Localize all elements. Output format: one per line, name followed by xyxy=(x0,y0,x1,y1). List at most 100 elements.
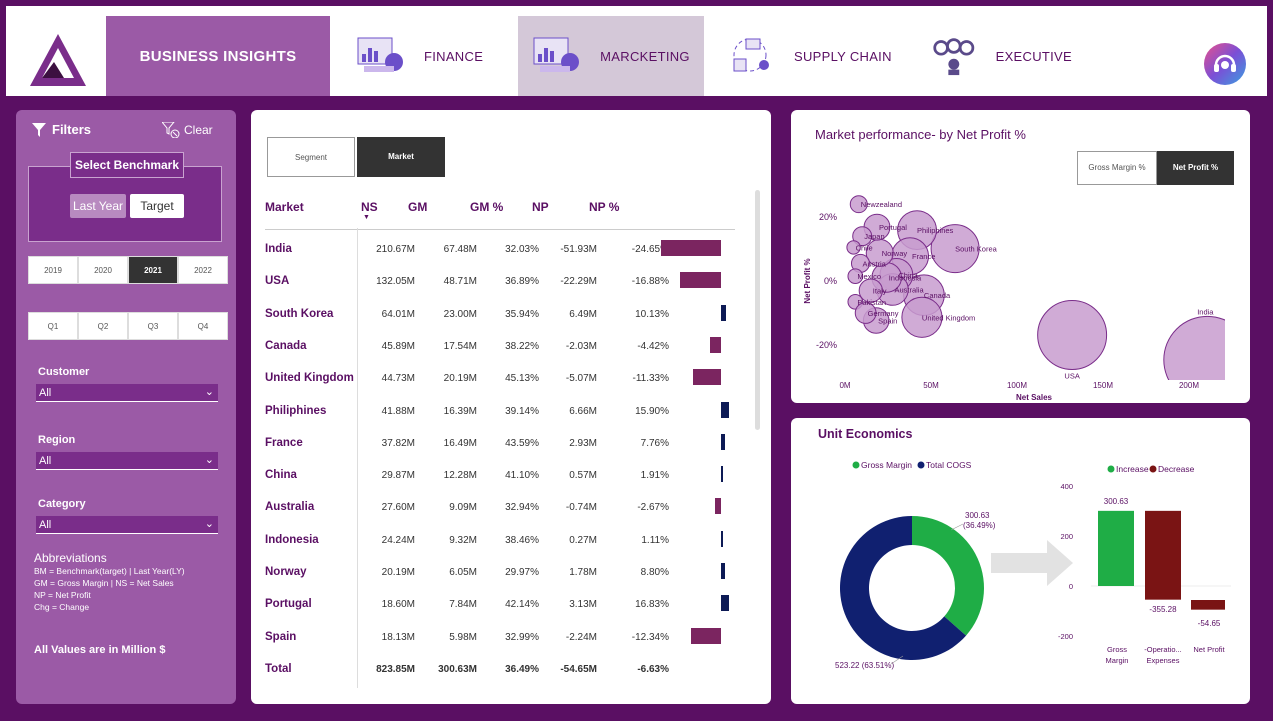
tab-marketing[interactable]: MARCKETING xyxy=(518,16,704,96)
cell-ns: 210.67M xyxy=(376,244,415,255)
table-row[interactable]: India 210.67M 67.48M 32.03% -51.93M -24.65% xyxy=(265,235,725,267)
scatter-point[interactable] xyxy=(1163,315,1250,403)
cell-npp: 10.13% xyxy=(635,308,669,320)
year-2022-button[interactable]: 2022 xyxy=(178,256,228,284)
scatter-point-label: United Kingdom xyxy=(922,313,975,322)
market-name: Philiphines xyxy=(265,404,327,417)
x-tick-label: 50M xyxy=(923,381,939,390)
header-np-pct[interactable]: NP % xyxy=(589,200,619,214)
legend-decrease: Decrease xyxy=(1158,464,1195,474)
brand-logo xyxy=(30,34,86,86)
cell-npp: 1.91% xyxy=(640,470,669,482)
market-name: Australia xyxy=(265,501,315,514)
table-row[interactable]: Norway 20.19M 6.05M 29.97% 1.78M 8.80% xyxy=(265,558,726,590)
table-row[interactable]: United Kingdom 44.73M 20.19M 45.13% -5.07M -1… xyxy=(265,364,725,396)
np-pct-bar xyxy=(721,401,729,418)
last-year-button[interactable]: Last Year xyxy=(70,194,126,218)
table-row[interactable]: Spain 18.13M 5.98M 32.99% -2.24M -12.34% xyxy=(265,623,725,655)
cell-np: 6.49M xyxy=(569,308,597,320)
customer-label: Customer xyxy=(38,366,90,378)
waterfall-cat-opex-line2: Expenses xyxy=(1147,656,1180,665)
market-toggle-button[interactable]: Market xyxy=(357,137,445,177)
quarter-q3-button[interactable]: Q3 xyxy=(128,312,178,340)
tab-supply-chain[interactable]: SUPPLY CHAIN xyxy=(730,16,900,96)
region-dropdown[interactable]: All ⌄ xyxy=(36,452,218,470)
cell-npp: 16.83% xyxy=(635,599,669,611)
scatter-point-label: Japan xyxy=(864,232,884,241)
leader-line xyxy=(950,523,964,531)
cell-npp: 15.90% xyxy=(635,405,669,417)
tab-finance[interactable]: FINANCE xyxy=(356,16,516,96)
table-row[interactable]: South Korea 64.01M 23.00M 35.94% 6.49M 10.13% xyxy=(265,300,727,332)
table-row[interactable]: Canada 45.89M 17.54M 38.22% -2.03M -4.42% xyxy=(265,332,725,364)
tab-executive[interactable]: EXECUTIVE xyxy=(932,16,1072,96)
table-scrollbar[interactable] xyxy=(755,190,760,430)
cell-ns: 41.88M xyxy=(381,405,415,417)
quarter-q2-button[interactable]: Q2 xyxy=(78,312,128,340)
customer-dropdown[interactable]: All ⌄ xyxy=(36,384,218,402)
legend-gross-margin: Gross Margin xyxy=(861,460,912,470)
table-total-row[interactable]: Total 823.85M 300.63M 36.49% -54.65M -6.63% xyxy=(265,655,725,687)
legend-increase: Increase xyxy=(1116,464,1149,474)
category-dropdown[interactable]: All ⌄ xyxy=(36,516,218,534)
tab-executive-label: EXECUTIVE xyxy=(995,48,1072,64)
table-row[interactable]: Philiphines 41.88M 16.39M 39.14% 6.66M 15.90% xyxy=(265,397,729,429)
waterfall-y-tick: 0 xyxy=(1069,582,1073,591)
x-axis-label: Net Sales xyxy=(1016,393,1053,402)
scatter-point-label: India xyxy=(1197,307,1214,316)
header-ns[interactable]: NS xyxy=(361,200,378,214)
cell-gm: 20.19M xyxy=(443,373,477,385)
table-row[interactable]: France 37.82M 16.49M 43.59% 2.93M 7.76% xyxy=(265,429,725,461)
header-gm-pct[interactable]: GM % xyxy=(470,200,503,214)
year-2019-button[interactable]: 2019 xyxy=(28,256,78,284)
filter-icon xyxy=(32,122,46,137)
cell-gmp: 45.13% xyxy=(505,373,539,385)
year-2021-button[interactable]: 2021 xyxy=(128,256,178,284)
np-pct-bar xyxy=(710,336,721,353)
x-tick-label: 100M xyxy=(1007,381,1027,390)
tab-business-insights[interactable]: BUSINESS INSIGHTS xyxy=(106,16,330,96)
market-name: France xyxy=(265,436,303,449)
np-pct-bar xyxy=(679,272,721,289)
abbr-line: BM = Benchmark(target) | Last Year(LY) xyxy=(34,566,185,576)
abbr-line: GM = Gross Margin | NS = Net Sales xyxy=(34,578,174,588)
quarter-q4-button[interactable]: Q4 xyxy=(178,312,228,340)
target-button[interactable]: Target xyxy=(130,194,184,218)
scatter-point[interactable] xyxy=(1037,300,1108,370)
waterfall-value-np: -54.65 xyxy=(1198,619,1221,628)
waterfall-cat-opex-line1: -Operatio... xyxy=(1144,645,1182,654)
table-row[interactable]: USA 132.05M 48.71M 36.89% -22.29M -16.88% xyxy=(265,267,725,299)
header-gm[interactable]: GM xyxy=(408,200,427,214)
donut-gm-value: 300.63 xyxy=(965,511,990,520)
scatter-point-label: Australia xyxy=(894,286,924,295)
year-2020-button[interactable]: 2020 xyxy=(78,256,128,284)
market-name: India xyxy=(265,243,292,255)
cell-np: 3.13M xyxy=(569,599,597,611)
waterfall-value-gm: 300.63 xyxy=(1104,497,1129,506)
waterfall-bar-net-profit xyxy=(1191,600,1225,610)
waterfall-y-tick: 400 xyxy=(1060,482,1073,491)
np-pct-bar xyxy=(714,498,721,515)
clear-filters-button[interactable]: Clear xyxy=(162,122,213,138)
header-market[interactable]: Market xyxy=(265,200,304,214)
table-row[interactable]: Portugal 18.60M 7.84M 42.14% 3.13M 16.83% xyxy=(265,590,729,622)
year-selector: 2019 2020 2021 2022 xyxy=(28,256,228,284)
np-pct-bar xyxy=(721,466,723,483)
cell-gm: 16.49M xyxy=(443,437,477,449)
segment-toggle-button[interactable]: Segment xyxy=(267,137,355,177)
legend-increase-dot xyxy=(1107,465,1115,473)
scatter-point-label: Portugal xyxy=(879,223,907,232)
clear-label: Clear xyxy=(184,123,213,137)
table-row[interactable]: Indonesia 24.24M 9.32M 38.46% 0.27M 1.11% xyxy=(265,526,725,558)
waterfall-value-opex: -355.28 xyxy=(1149,605,1177,614)
table-row[interactable]: Australia 27.60M 9.09M 32.94% -0.74M -2.67% xyxy=(265,493,725,525)
cell-ns: 18.13M xyxy=(381,631,415,643)
legend-gross-margin-dot xyxy=(852,461,860,469)
support-headset-icon[interactable] xyxy=(1204,43,1246,85)
header-np[interactable]: NP xyxy=(532,200,549,214)
region-value: All xyxy=(39,455,52,467)
chevron-down-icon: ⌄ xyxy=(204,518,214,530)
cell-gmp: 38.46% xyxy=(505,534,539,546)
table-row[interactable]: China 29.87M 12.28M 41.10% 0.57M 1.91% xyxy=(265,461,725,493)
quarter-q1-button[interactable]: Q1 xyxy=(28,312,78,340)
